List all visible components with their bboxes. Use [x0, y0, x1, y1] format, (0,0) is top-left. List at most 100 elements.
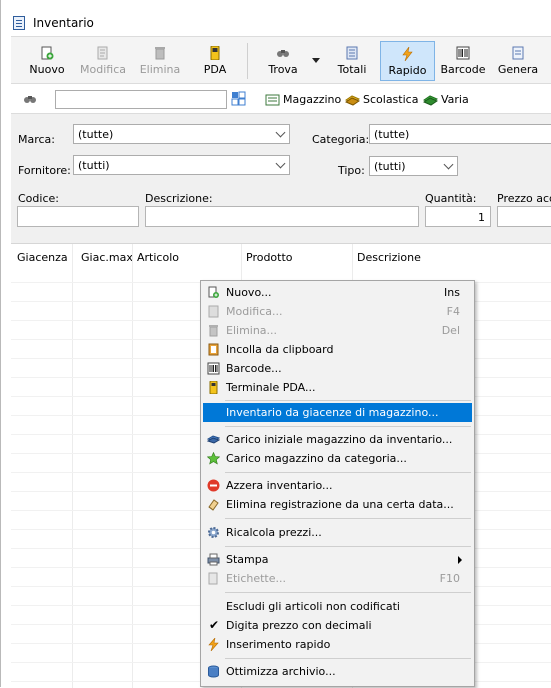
- categoria-label: Categoria:: [312, 133, 370, 146]
- filter-scolastica-label: Scolastica: [363, 93, 419, 106]
- menu-item-label: Ottimizza archivio...: [226, 665, 336, 678]
- fornitore-select[interactable]: (tutti): [73, 155, 290, 175]
- menu-item-label: Escludi gli articoli non codificati: [226, 600, 400, 613]
- filter-scolastica[interactable]: Scolastica: [345, 92, 425, 108]
- menu-item-label: Ricalcola prezzi...: [226, 526, 322, 539]
- menu-item-carico-iniziale[interactable]: Carico iniziale magazzino da inventario.…: [203, 430, 472, 449]
- new-document-icon: [41, 46, 54, 60]
- menu-item-digita-prezzo-decimali[interactable]: ✔ Digita prezzo con decimali: [203, 616, 472, 635]
- trova-dropdown-button[interactable]: [309, 41, 323, 81]
- rapido-button[interactable]: Rapido: [380, 41, 435, 81]
- menu-separator: [225, 426, 471, 427]
- column-header[interactable]: Descrizione: [357, 251, 421, 264]
- fornitore-label: Fornitore:: [18, 164, 71, 177]
- menu-item-label: Carico iniziale magazzino da inventario.…: [226, 433, 453, 446]
- stack-icon: [207, 435, 220, 444]
- books-icon: [345, 95, 360, 106]
- chevron-down-icon: [275, 127, 286, 138]
- menu-item-inserimento-rapido[interactable]: Inserimento rapido: [203, 635, 472, 654]
- menu-item-inventario-giacenze[interactable]: Inventario da giacenze di magazzino...: [203, 403, 472, 422]
- column-divider: [72, 244, 73, 688]
- pda-button[interactable]: PDA: [195, 41, 235, 81]
- toolbar-separator: [247, 43, 248, 79]
- menu-item-label: Incolla da clipboard: [226, 343, 334, 356]
- dropdown-arrow-icon: [312, 58, 320, 63]
- barcode-label: Barcode: [440, 63, 486, 76]
- lightning-icon: [208, 638, 219, 651]
- printer-icon: [207, 553, 220, 566]
- barcode-icon: [207, 362, 220, 375]
- menu-item-nuovo[interactable]: Nuovo... Ins: [203, 283, 472, 302]
- trash-icon: [209, 325, 218, 337]
- codice-field[interactable]: [17, 206, 139, 227]
- inventario-window: Inventario Nuovo Modifica Elimina PDA Tr…: [0, 0, 551, 688]
- genera-button[interactable]: Genera: [495, 41, 541, 81]
- barcode-button[interactable]: Barcode: [440, 41, 486, 81]
- menu-item-label: Terminale PDA...: [226, 381, 316, 394]
- prezzo-acquisto-label: Prezzo acqu: [497, 192, 551, 205]
- totali-label: Totali: [337, 63, 367, 76]
- green-book-icon: [423, 95, 438, 106]
- menu-item-label: Elimina...: [226, 324, 278, 337]
- genera-label: Genera: [497, 63, 539, 76]
- pda-device-icon: [209, 381, 218, 394]
- column-header[interactable]: Articolo: [137, 251, 179, 264]
- categoria-select[interactable]: (tutte): [369, 124, 551, 144]
- menu-item-ottimizza-archivio[interactable]: Ottimizza archivio...: [203, 662, 472, 681]
- binoculars-icon: [277, 50, 289, 57]
- menu-shortcut: Ins: [444, 286, 460, 299]
- menu-item-stampa[interactable]: Stampa: [203, 550, 472, 569]
- codice-label: Codice:: [18, 192, 59, 205]
- column-header[interactable]: Giac.max: [81, 251, 133, 264]
- marca-label: Marca:: [18, 133, 56, 146]
- menu-item-elimina[interactable]: Elimina... Del: [203, 321, 472, 340]
- menu-separator: [225, 472, 471, 473]
- filter-form: Marca: (tutte) Categoria: (tutte) Fornit…: [11, 113, 551, 243]
- database-icon: [208, 665, 219, 678]
- checkmark-icon: ✔: [209, 618, 220, 632]
- context-menu: Nuovo... Ins Modifica... F4 Elimina... D…: [200, 280, 475, 687]
- elimina-button[interactable]: Elimina: [137, 41, 183, 81]
- edit-document-icon: [97, 46, 108, 60]
- modifica-button[interactable]: Modifica: [78, 41, 128, 81]
- tipo-select[interactable]: (tutti): [369, 156, 458, 176]
- nuovo-button[interactable]: Nuovo: [24, 41, 70, 81]
- filter-magazzino[interactable]: Magazzino: [265, 92, 345, 108]
- title-bar: Inventario: [1, 10, 551, 36]
- menu-item-escludi-non-codificati[interactable]: Escludi gli articoli non codificati: [203, 597, 472, 616]
- filter-varia[interactable]: Varia: [423, 92, 483, 108]
- tipo-label: Tipo:: [338, 164, 365, 177]
- grid-view-icon[interactable]: [231, 91, 246, 106]
- menu-item-barcode[interactable]: Barcode...: [203, 359, 472, 378]
- menu-item-elimina-registrazione[interactable]: Elimina registrazione da una certa data.…: [203, 495, 472, 514]
- trova-button[interactable]: Trova: [259, 41, 307, 81]
- menu-item-carico-categoria[interactable]: Carico magazzino da categoria...: [203, 449, 472, 468]
- menu-item-ricalcola-prezzi[interactable]: Ricalcola prezzi...: [203, 523, 472, 542]
- column-header[interactable]: Prodotto: [246, 251, 293, 264]
- descrizione-field[interactable]: [145, 206, 419, 227]
- main-toolbar: Nuovo Modifica Elimina PDA Trova Totali: [11, 36, 551, 84]
- totali-button[interactable]: Totali: [329, 41, 375, 81]
- tipo-value: (tutti): [374, 160, 406, 173]
- marca-select[interactable]: (tutte): [73, 124, 290, 144]
- window-title: Inventario: [33, 16, 94, 30]
- menu-item-terminale-pda[interactable]: Terminale PDA...: [203, 378, 472, 397]
- new-document-icon: [208, 286, 219, 298]
- nuovo-label: Nuovo: [29, 63, 65, 76]
- menu-item-incolla[interactable]: Incolla da clipboard: [203, 340, 472, 359]
- binoculars-icon: [24, 96, 36, 103]
- grid-header: Giacenza Giac.max Articolo Prodotto Desc…: [11, 244, 551, 278]
- prezzo-acquisto-field[interactable]: [497, 206, 551, 227]
- column-header[interactable]: Giacenza: [17, 251, 68, 264]
- trash-icon: [155, 47, 165, 60]
- search-input[interactable]: [55, 90, 227, 109]
- menu-item-modifica[interactable]: Modifica... F4: [203, 302, 472, 321]
- menu-item-azzera-inventario[interactable]: Azzera inventario...: [203, 476, 472, 495]
- menu-separator: [225, 546, 471, 547]
- menu-item-etichette[interactable]: Etichette... F10: [203, 569, 472, 588]
- quantita-field[interactable]: 1: [425, 206, 491, 227]
- barcode-icon: [456, 46, 470, 60]
- menu-shortcut: F10: [439, 572, 460, 585]
- chevron-down-icon: [443, 159, 454, 170]
- quantita-value: 1: [478, 211, 485, 224]
